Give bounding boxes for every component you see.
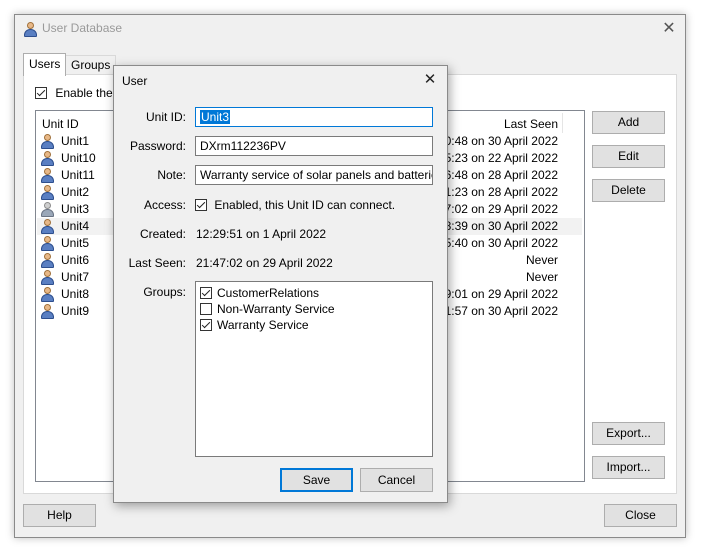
cancel-button[interactable]: Cancel — [360, 468, 433, 492]
dialog-last-seen-label: Last Seen: — [128, 256, 186, 270]
unit-id-text: Unit1 — [61, 134, 90, 148]
unit-id-text: Unit7 — [61, 270, 90, 284]
last-seen-cell: :21:23 on 28 April 2022 — [434, 185, 558, 199]
last-seen-cell: Never — [525, 253, 558, 267]
unit-id-label: Unit ID: — [145, 110, 186, 124]
user-icon — [40, 202, 55, 218]
unit-id-text: Unit8 — [61, 287, 90, 301]
unit-id-text: Unit4 — [61, 219, 90, 233]
user-icon — [40, 304, 55, 320]
dialog-title: User — [122, 74, 148, 88]
save-button[interactable]: Save — [280, 468, 353, 492]
last-seen-cell: :55:23 on 22 April 2022 — [434, 151, 558, 165]
close-button[interactable]: Close — [604, 504, 677, 527]
unit-id-text: Unit2 — [61, 185, 90, 199]
column-divider — [562, 113, 563, 133]
list-item[interactable]: Unit10 — [40, 150, 96, 167]
list-item[interactable]: Unit8 — [40, 286, 89, 303]
help-button[interactable]: Help — [23, 504, 96, 527]
password-label: Password: — [129, 139, 186, 153]
tab-users[interactable]: Users — [23, 53, 67, 76]
dialog-last-seen-value: 21:47:02 on 29 April 2022 — [196, 256, 333, 270]
unit-id-text: Unit10 — [61, 151, 96, 165]
unit-id-field[interactable]: Unit3 — [195, 107, 433, 127]
list-item[interactable]: Unit2 — [40, 184, 89, 201]
user-icon — [40, 270, 55, 286]
unit-id-text: Unit5 — [61, 236, 90, 250]
created-value: 12:29:51 on 1 April 2022 — [196, 227, 327, 241]
user-icon — [40, 151, 55, 167]
group-item[interactable]: CustomerRelations — [200, 284, 319, 300]
enable-checkbox[interactable] — [35, 86, 47, 99]
user-icon — [40, 219, 55, 235]
user-icon — [40, 236, 55, 252]
add-button[interactable]: Add — [592, 111, 665, 134]
unit-id-text: Unit9 — [61, 304, 90, 318]
last-seen-cell: :28:39 on 30 April 2022 — [434, 219, 558, 233]
list-item[interactable]: Unit4 — [40, 218, 89, 235]
list-item[interactable]: Unit5 — [40, 235, 89, 252]
user-icon — [40, 253, 55, 269]
last-seen-cell: :25:40 on 30 April 2022 — [434, 236, 558, 250]
group-checkbox[interactable] — [200, 318, 212, 331]
delete-button[interactable]: Delete — [592, 179, 665, 202]
last-seen-cell: :30:48 on 30 April 2022 — [434, 134, 558, 148]
user-icon — [40, 287, 55, 303]
note-label: Note: — [157, 168, 186, 182]
access-label: Access: — [143, 198, 186, 212]
unit-id-text: Unit11 — [61, 168, 95, 182]
user-icon — [40, 168, 55, 184]
dialog-close-icon[interactable]: ✕ — [422, 72, 438, 88]
user-database-icon — [23, 22, 38, 37]
list-item[interactable]: Unit11 — [40, 167, 95, 184]
access-checkbox[interactable] — [195, 198, 207, 211]
list-item[interactable]: Unit7 — [40, 269, 89, 286]
export-button[interactable]: Export... — [592, 422, 665, 445]
last-seen-cell: :26:48 on 28 April 2022 — [434, 168, 558, 182]
group-name: Warranty Service — [217, 317, 309, 332]
window-title: User Database — [42, 21, 123, 35]
group-item[interactable]: Non-Warranty Service — [200, 300, 335, 316]
user-icon — [40, 185, 55, 201]
column-header-last-seen[interactable]: Last Seen — [504, 117, 558, 131]
access-text: Enabled, this Unit ID can connect. — [214, 197, 396, 212]
password-field[interactable]: DXrm112236PV — [195, 136, 433, 156]
user-dialog: User ✕ Unit ID: Unit3 Password: DXrm1122… — [113, 65, 448, 503]
access-row[interactable]: Enabled, this Unit ID can connect. — [195, 197, 395, 212]
group-item[interactable]: Warranty Service — [200, 316, 309, 332]
groups-label: Groups: — [143, 285, 186, 299]
enable-row[interactable]: Enable the U — [35, 85, 125, 100]
user-icon — [40, 134, 55, 150]
list-item[interactable]: Unit6 — [40, 252, 89, 269]
tab-groups[interactable]: Groups — [65, 55, 117, 75]
last-seen-cell: Never — [525, 270, 558, 284]
import-button[interactable]: Import... — [592, 456, 665, 479]
created-label: Created: — [139, 227, 186, 241]
group-checkbox[interactable] — [200, 302, 212, 315]
column-header-unit-id[interactable]: Unit ID — [42, 117, 79, 131]
last-seen-cell: :09:01 on 29 April 2022 — [434, 287, 558, 301]
window-close-icon[interactable]: ✕ — [661, 21, 677, 37]
last-seen-cell: :31:57 on 30 April 2022 — [434, 304, 558, 318]
group-name: CustomerRelations — [217, 285, 320, 300]
unit-id-text: Unit6 — [61, 253, 90, 267]
list-item[interactable]: Unit9 — [40, 303, 89, 320]
unit-id-value: Unit3 — [200, 110, 231, 124]
last-seen-cell: :47:02 on 29 April 2022 — [434, 202, 558, 216]
list-item[interactable]: Unit1 — [40, 133, 89, 150]
unit-id-text: Unit3 — [61, 202, 90, 216]
group-name: Non-Warranty Service — [217, 301, 335, 316]
group-checkbox[interactable] — [200, 286, 212, 299]
edit-button[interactable]: Edit — [592, 145, 665, 168]
note-field[interactable]: Warranty service of solar panels and bat… — [195, 165, 433, 185]
list-item[interactable]: Unit3 — [40, 201, 89, 218]
groups-list[interactable]: CustomerRelations Non-Warranty Service W… — [195, 281, 433, 457]
